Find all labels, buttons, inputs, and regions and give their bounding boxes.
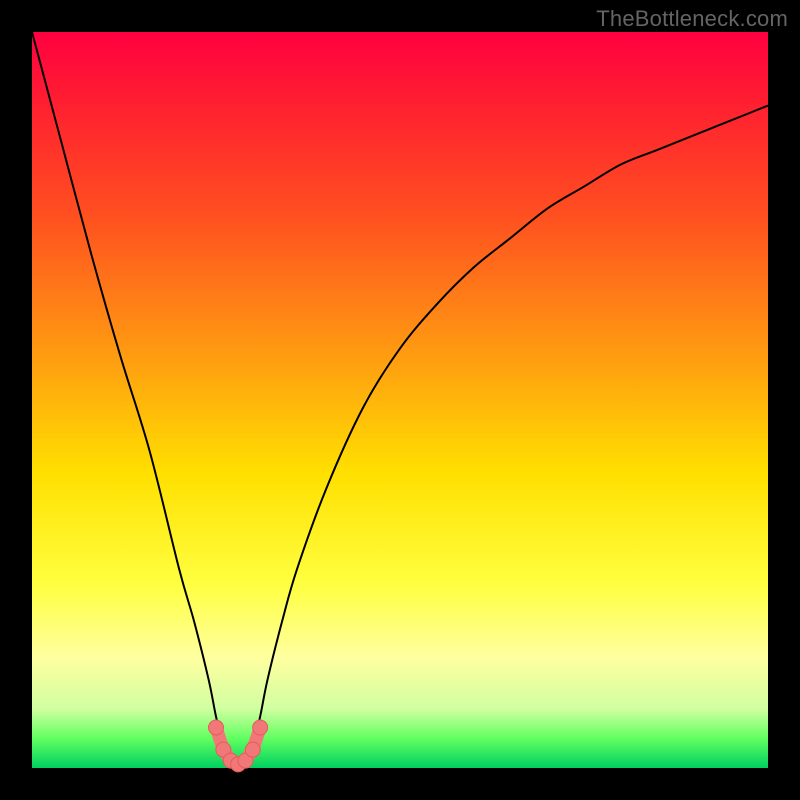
valley-dot <box>245 742 260 757</box>
bottleneck-curve <box>32 32 768 768</box>
valley-dot <box>253 720 268 735</box>
watermark-text: TheBottleneck.com <box>596 6 788 32</box>
valley-dot <box>209 720 224 735</box>
